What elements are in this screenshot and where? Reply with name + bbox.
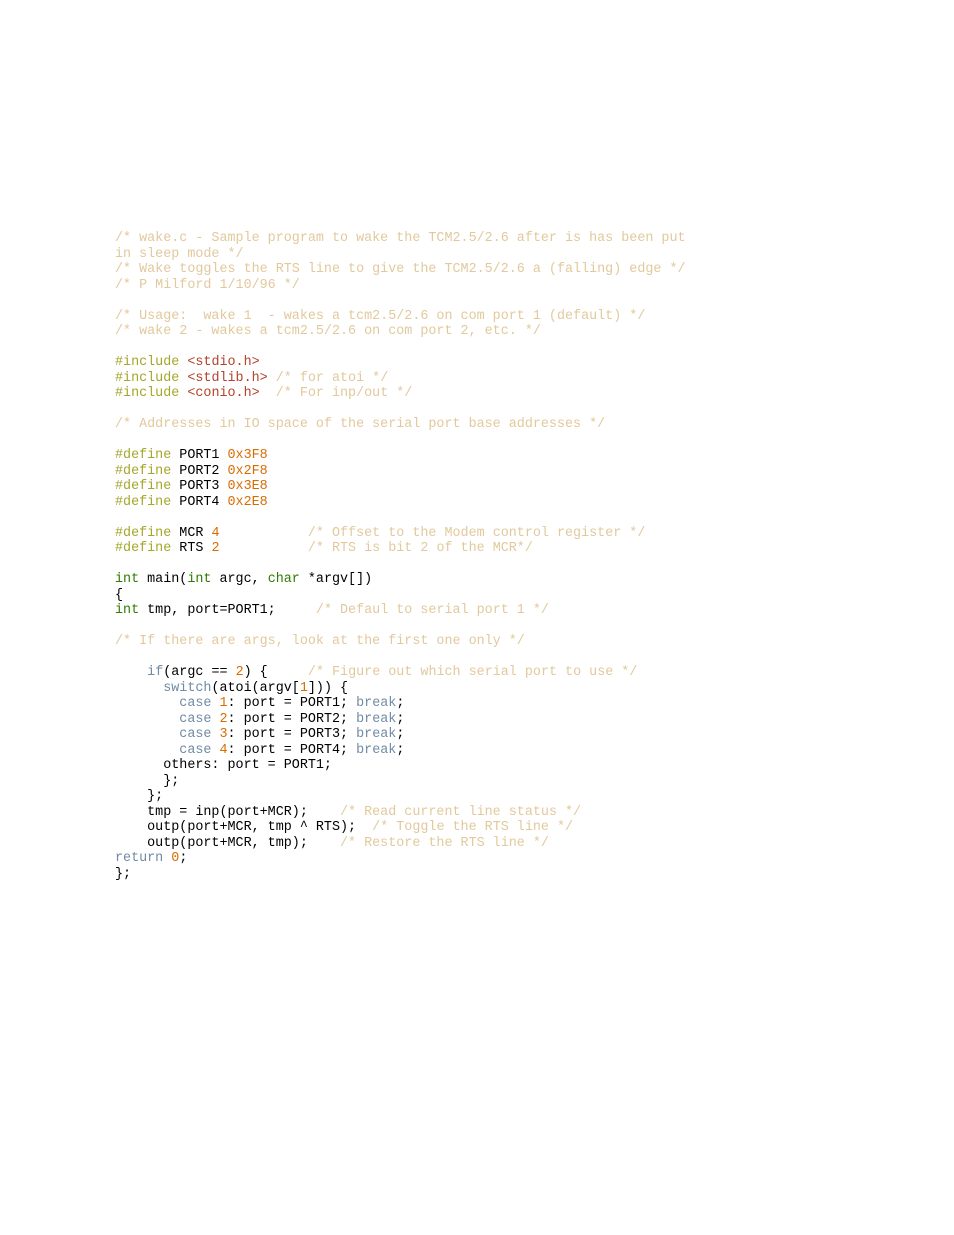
code-comment: /* Usage: wake 1 - wakes a tcm2.5/2.6 on… bbox=[115, 309, 645, 324]
preproc-define: #define bbox=[115, 526, 171, 541]
code-text: outp(port+MCR, tmp); bbox=[115, 836, 340, 851]
indent bbox=[115, 712, 179, 727]
indent bbox=[115, 743, 179, 758]
code-comment: /* Read current line status */ bbox=[340, 805, 581, 820]
code-comment: /* RTS is bit 2 of the MCR*/ bbox=[308, 541, 533, 556]
code-comment: /* wake.c - Sample program to wake the T… bbox=[115, 231, 694, 246]
preproc-include: #include bbox=[115, 386, 179, 401]
code-comment: /* Offset to the Modem control register … bbox=[308, 526, 646, 541]
code-text: }; bbox=[115, 789, 163, 804]
semicolon: ; bbox=[396, 696, 404, 711]
semicolon: ; bbox=[179, 851, 187, 866]
preproc-include: #include bbox=[115, 371, 179, 386]
code-text: ) { bbox=[244, 665, 308, 680]
header-name: <conio.h> bbox=[179, 386, 259, 401]
indent bbox=[115, 727, 179, 742]
keyword-break: break bbox=[356, 712, 396, 727]
code-text: outp(port+MCR, tmp ^ RTS); bbox=[115, 820, 372, 835]
code-comment: /* wake 2 - wakes a tcm2.5/2.6 on com po… bbox=[115, 324, 541, 339]
header-name: <stdlib.h> bbox=[179, 371, 267, 386]
code-text: : port = PORT4; bbox=[228, 743, 357, 758]
preproc-include: #include bbox=[115, 355, 179, 370]
code-text: : port = PORT3; bbox=[228, 727, 357, 742]
keyword-case: case bbox=[179, 727, 211, 742]
keyword-break: break bbox=[356, 727, 396, 742]
space bbox=[211, 743, 219, 758]
space bbox=[211, 712, 219, 727]
code-text: : port = PORT2; bbox=[228, 712, 357, 727]
code-comment: /* Addresses in IO space of the serial p… bbox=[115, 417, 605, 432]
keyword-switch: switch bbox=[163, 681, 211, 696]
number-literal: 1 bbox=[220, 696, 228, 711]
code-text: *argv[]) bbox=[300, 572, 372, 587]
header-name: <stdio.h> bbox=[179, 355, 259, 370]
space bbox=[211, 727, 219, 742]
type-keyword: int bbox=[115, 603, 139, 618]
indent bbox=[115, 665, 147, 680]
keyword-break: break bbox=[356, 743, 396, 758]
macro-name: PORT4 bbox=[171, 495, 227, 510]
keyword-break: break bbox=[356, 696, 396, 711]
number-literal: 0x3E8 bbox=[228, 479, 268, 494]
code-comment: /* Restore the RTS line */ bbox=[340, 836, 549, 851]
code-block: /* wake.c - Sample program to wake the T… bbox=[115, 231, 839, 882]
macro-name: RTS bbox=[171, 541, 211, 556]
semicolon: ; bbox=[396, 743, 404, 758]
preproc-define: #define bbox=[115, 495, 171, 510]
code-comment: /* Wake toggles the RTS line to give the… bbox=[115, 262, 686, 277]
preproc-define: #define bbox=[115, 479, 171, 494]
preproc-define: #define bbox=[115, 541, 171, 556]
number-literal: 4 bbox=[220, 743, 228, 758]
semicolon: ; bbox=[396, 712, 404, 727]
number-literal: 0x3F8 bbox=[228, 448, 268, 463]
number-literal: 0x2E8 bbox=[228, 495, 268, 510]
keyword-case: case bbox=[179, 712, 211, 727]
preproc-define: #define bbox=[115, 448, 171, 463]
code-comment: /* Figure out which serial port to use *… bbox=[308, 665, 637, 680]
code-text: (atoi(argv[ bbox=[211, 681, 299, 696]
code-text: : port = PORT1; bbox=[228, 696, 357, 711]
code-comment: /* for atoi */ bbox=[268, 371, 389, 386]
code-comment: /* Defaul to serial port 1 */ bbox=[316, 603, 549, 618]
type-keyword: int bbox=[115, 572, 139, 587]
macro-name: PORT2 bbox=[171, 464, 227, 479]
code-text: ])) { bbox=[308, 681, 348, 696]
number-literal: 1 bbox=[300, 681, 308, 696]
number-literal: 0x2F8 bbox=[228, 464, 268, 479]
brace-close: }; bbox=[115, 867, 131, 882]
number-literal: 3 bbox=[220, 727, 228, 742]
semicolon: ; bbox=[396, 727, 404, 742]
keyword-return: return bbox=[115, 851, 163, 866]
indent bbox=[115, 681, 163, 696]
code-comment: /* P Milford 1/10/96 */ bbox=[115, 278, 300, 293]
number-literal: 2 bbox=[236, 665, 244, 680]
code-text: }; bbox=[115, 774, 179, 789]
space bbox=[211, 696, 219, 711]
code-text: main( bbox=[139, 572, 187, 587]
code-text: (argc == bbox=[163, 665, 235, 680]
type-keyword: char bbox=[268, 572, 300, 587]
brace-open: { bbox=[115, 588, 123, 603]
keyword-case: case bbox=[179, 696, 211, 711]
type-keyword: int bbox=[187, 572, 211, 587]
number-literal: 4 bbox=[211, 526, 307, 541]
code-text: tmp = inp(port+MCR); bbox=[115, 805, 340, 820]
code-comment: /* Toggle the RTS line */ bbox=[372, 820, 573, 835]
keyword-if: if bbox=[147, 665, 163, 680]
code-comment: /* If there are args, look at the first … bbox=[115, 634, 525, 649]
code-text: tmp, port=PORT1; bbox=[139, 603, 316, 618]
macro-name: MCR bbox=[171, 526, 211, 541]
code-comment: /* For inp/out */ bbox=[260, 386, 413, 401]
code-text: argc, bbox=[211, 572, 267, 587]
code-text: others: port = PORT1; bbox=[115, 758, 332, 773]
number-literal: 2 bbox=[220, 712, 228, 727]
number-literal: 2 bbox=[211, 541, 307, 556]
macro-name: PORT1 bbox=[171, 448, 227, 463]
macro-name: PORT3 bbox=[171, 479, 227, 494]
indent bbox=[115, 696, 179, 711]
code-comment: in sleep mode */ bbox=[115, 247, 244, 262]
keyword-case: case bbox=[179, 743, 211, 758]
preproc-define: #define bbox=[115, 464, 171, 479]
